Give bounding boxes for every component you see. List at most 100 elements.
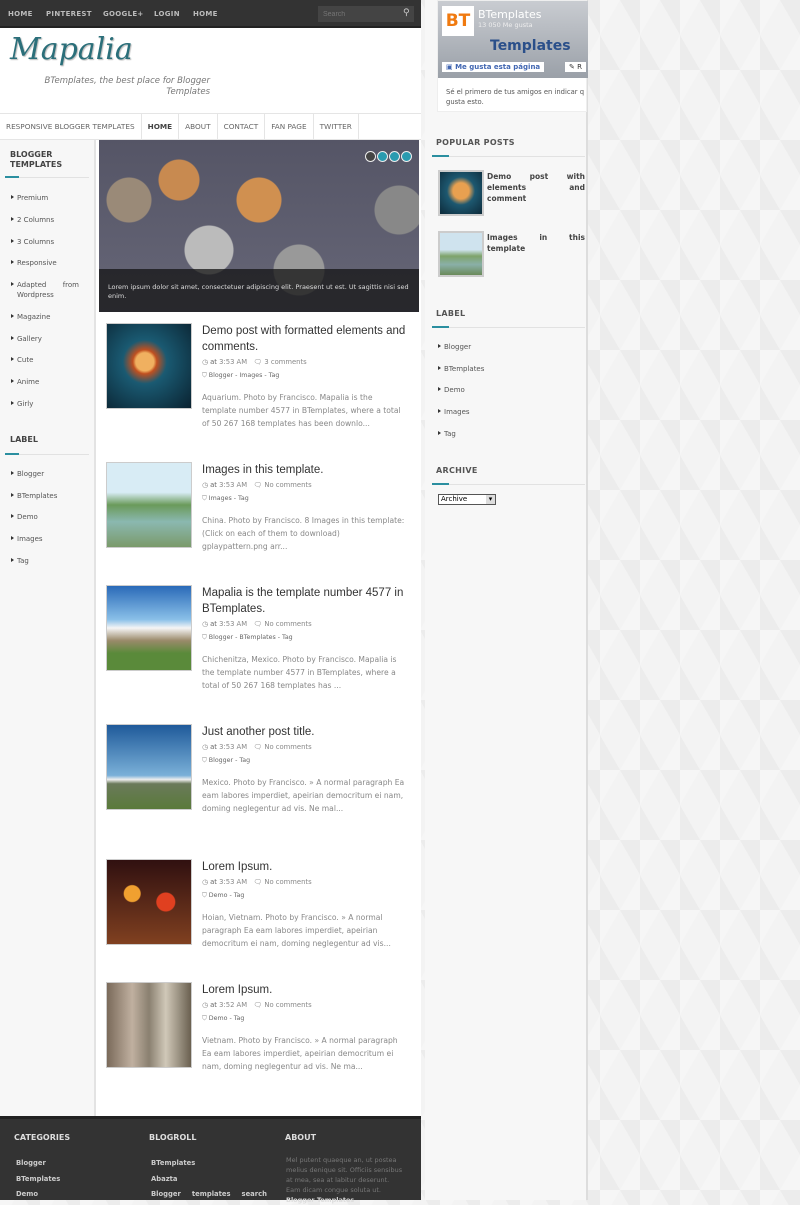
featured-slider[interactable]: Lorem ipsum dolor sit amet, consectetuer… xyxy=(99,140,419,312)
post-time[interactable]: 3:53 AM xyxy=(219,878,247,886)
slider-dot-4[interactable] xyxy=(401,151,412,162)
post-time[interactable]: 3:53 AM xyxy=(219,620,247,628)
divider xyxy=(432,483,585,485)
post-labels-links[interactable]: Images - Tag xyxy=(209,495,249,502)
post-time[interactable]: 3:52 AM xyxy=(219,1001,247,1009)
post-time[interactable]: 3:53 AM xyxy=(219,743,247,751)
bt-logo[interactable]: BT xyxy=(442,6,474,36)
sidebar-item-template[interactable]: 2 Columns xyxy=(11,215,81,225)
post-labels-links[interactable]: Blogger - Images - Tag xyxy=(209,372,280,379)
topnav-pinterest[interactable]: PINTEREST xyxy=(46,10,92,18)
sidebar-item-template[interactable]: Premium xyxy=(11,193,81,203)
sidebar-item-label[interactable]: Images xyxy=(11,534,81,544)
sidebar-item-label[interactable]: BTemplates xyxy=(11,491,81,501)
nav-about[interactable]: ABOUT xyxy=(179,114,218,139)
fb-like-button[interactable]: ▣ Me gusta esta página xyxy=(442,62,545,72)
popular-post-title[interactable]: Demo post with elements and comment xyxy=(487,171,585,204)
post-comments-link[interactable]: No comments xyxy=(264,481,311,489)
post-title[interactable]: Lorem Ipsum. xyxy=(202,982,407,998)
nav-responsive-templates[interactable]: RESPONSIVE BLOGGER TEMPLATES xyxy=(0,114,142,139)
post-title[interactable]: Lorem Ipsum. xyxy=(202,859,407,875)
right-sidebar-label[interactable]: Tag xyxy=(438,429,568,439)
link-label: Tag xyxy=(444,429,456,438)
footer-blogroll-link[interactable]: Abazta xyxy=(151,1175,178,1183)
post-meta: ◷ at 3:53 AM 🗨 No comments xyxy=(202,743,312,751)
post-thumbnail[interactable] xyxy=(106,859,192,945)
post-comments-link[interactable]: No comments xyxy=(264,1001,311,1009)
sidebar-item-template[interactable]: Anime xyxy=(11,377,81,387)
slider-dot-2[interactable] xyxy=(377,151,388,162)
footer-category-link[interactable]: Blogger xyxy=(16,1159,46,1167)
topnav-login[interactable]: LOGIN xyxy=(154,10,180,18)
fb-share-button[interactable]: ✎ R xyxy=(565,62,586,72)
search-input[interactable] xyxy=(318,6,414,22)
post-comments-link[interactable]: No comments xyxy=(264,743,311,751)
link-label: Images xyxy=(17,535,43,544)
post-thumbnail[interactable] xyxy=(106,323,192,409)
sidebar-item-label[interactable]: Tag xyxy=(11,556,81,566)
tag-icon: ⛉ xyxy=(202,634,207,641)
sidebar-item-template[interactable]: Gallery xyxy=(11,334,81,344)
right-sidebar-label[interactable]: Demo xyxy=(438,385,568,395)
post-thumbnail[interactable] xyxy=(106,462,192,548)
post-title[interactable]: Just another post title. xyxy=(202,724,407,740)
widget-title-label: LABEL xyxy=(10,435,38,444)
about-link[interactable]: Blogger Templates xyxy=(286,1196,354,1204)
site-logo[interactable]: Mapalia xyxy=(10,32,133,67)
post-labels-links[interactable]: Blogger - BTemplates - Tag xyxy=(209,634,293,641)
post-time[interactable]: 3:53 AM xyxy=(219,358,247,366)
link-label: Demo xyxy=(17,513,38,522)
sidebar-item-template[interactable]: Responsive xyxy=(11,258,81,268)
post-comments-link[interactable]: No comments xyxy=(264,620,311,628)
sidebar-item-template[interactable]: Adapted from Wordpress xyxy=(11,280,81,300)
slider-dot-1[interactable] xyxy=(365,151,376,162)
footer-category-link[interactable]: BTemplates xyxy=(16,1175,60,1183)
slider-dot-3[interactable] xyxy=(389,151,400,162)
right-sidebar-label[interactable]: Images xyxy=(438,407,568,417)
popular-post-title[interactable]: Images in this template xyxy=(487,232,585,254)
sidebar-item-label[interactable]: Demo xyxy=(11,512,81,522)
sidebar-item-template[interactable]: Cute xyxy=(11,355,81,365)
post-time[interactable]: 3:53 AM xyxy=(219,481,247,489)
footer: CATEGORIES Blogger BTemplates Demo BLOGR… xyxy=(0,1116,421,1204)
topnav-home-2[interactable]: HOME xyxy=(193,10,218,18)
post-comments-link[interactable]: 3 comments xyxy=(264,358,306,366)
meta-prefix: at xyxy=(210,878,217,886)
right-sidebar-label[interactable]: BTemplates xyxy=(438,364,568,374)
post-comments-link[interactable]: No comments xyxy=(264,878,311,886)
tag-icon: ⛉ xyxy=(202,372,207,379)
post-labels-links[interactable]: Blogger - Tag xyxy=(209,757,250,764)
divider xyxy=(5,453,89,455)
link-label: Blogger xyxy=(17,470,45,478)
post-title[interactable]: Images in this template. xyxy=(202,462,407,478)
post-labels-links[interactable]: Demo - Tag xyxy=(209,892,245,899)
sidebar-item-template[interactable]: Magazine xyxy=(11,312,81,322)
sidebar-item-template[interactable]: Girly xyxy=(11,399,81,409)
archive-select[interactable]: Archive xyxy=(438,494,496,505)
link-label: 3 Columns xyxy=(17,238,55,246)
nav-twitter[interactable]: TWITTER xyxy=(314,114,359,139)
tag-icon: ⛉ xyxy=(202,495,207,502)
nav-home[interactable]: HOME xyxy=(142,114,180,139)
right-sidebar-label[interactable]: Blogger xyxy=(438,342,568,352)
nav-fan-page[interactable]: FAN PAGE xyxy=(265,114,314,139)
post-thumbnail[interactable] xyxy=(106,982,192,1068)
post-labels-links[interactable]: Demo - Tag xyxy=(209,1015,245,1022)
footer-blogroll-link[interactable]: Blogger templates search xyxy=(151,1190,267,1198)
post-title[interactable]: Demo post with formatted elements and co… xyxy=(202,323,407,355)
popular-post-thumbnail[interactable] xyxy=(438,170,484,216)
post-title[interactable]: Mapalia is the template number 4577 in B… xyxy=(202,585,407,617)
sidebar-item-label[interactable]: Blogger xyxy=(11,469,81,479)
topnav-home[interactable]: HOME xyxy=(8,10,33,18)
post-thumbnail[interactable] xyxy=(106,724,192,810)
post-thumbnail[interactable] xyxy=(106,585,192,671)
fb-page-name[interactable]: BTemplates xyxy=(478,9,541,20)
nav-contact[interactable]: CONTACT xyxy=(218,114,266,139)
footer-blogroll-link[interactable]: BTemplates xyxy=(151,1159,195,1167)
popular-post-thumbnail[interactable] xyxy=(438,231,484,277)
topnav-googleplus[interactable]: GOOGLE+ xyxy=(103,10,144,18)
search-icon[interactable]: ⚲ xyxy=(403,8,410,18)
footer-category-link[interactable]: Demo xyxy=(16,1190,38,1198)
tag-icon: ⛉ xyxy=(202,892,207,899)
sidebar-item-template[interactable]: 3 Columns xyxy=(11,237,81,247)
